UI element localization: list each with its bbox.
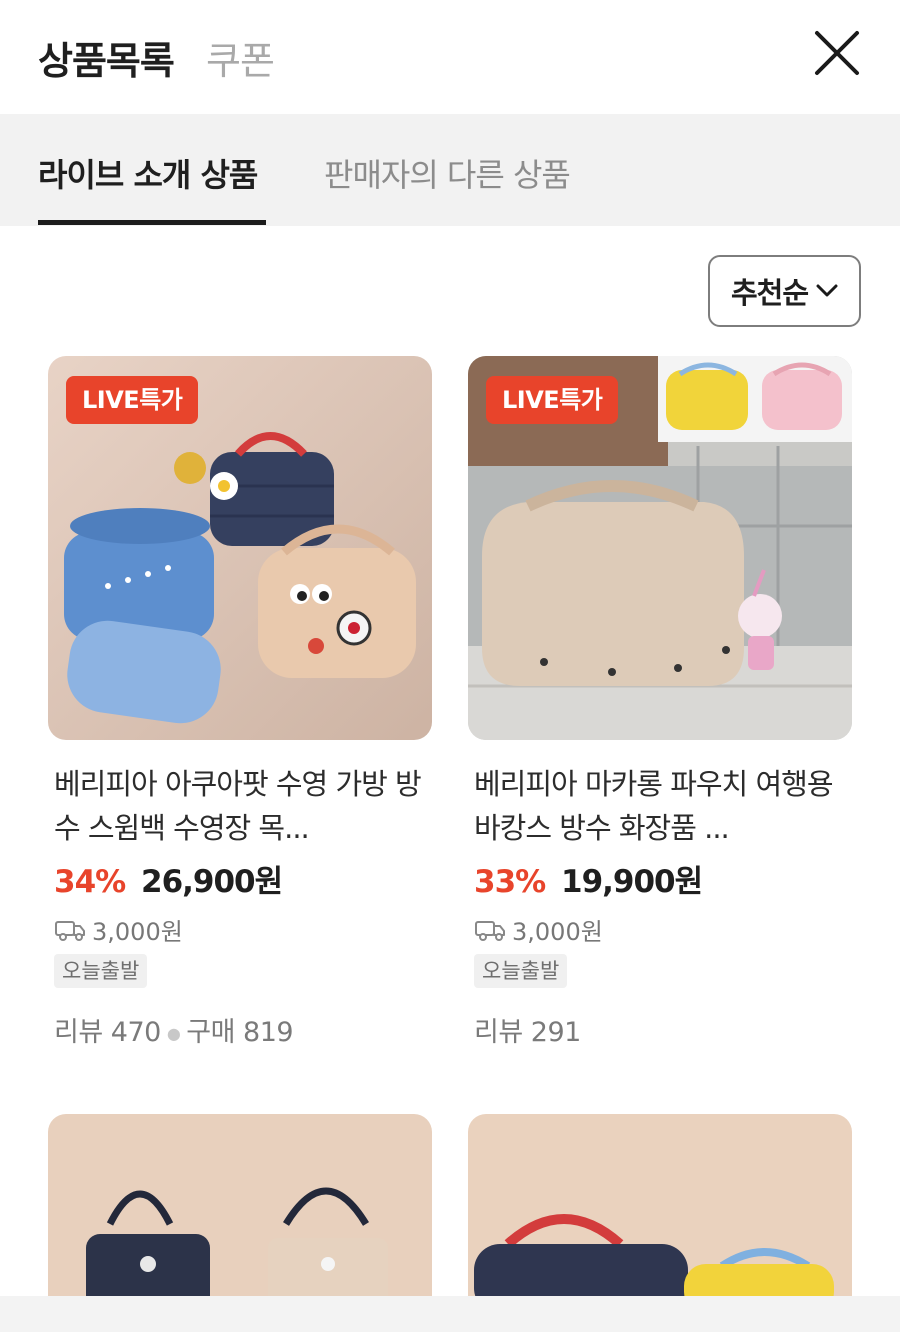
header: 상품목록 쿠폰	[0, 0, 900, 114]
shipping-fee: 3,000원	[474, 912, 603, 947]
today-dispatch-badge: 오늘출발	[474, 954, 568, 988]
product-title[interactable]: 베리피아 마카롱 파우치 여행용 바캉스 방수 화장품 ...	[474, 762, 844, 850]
product-image[interactable]: LIVE특가	[468, 356, 852, 740]
today-dispatch-badge: 오늘출발	[54, 954, 148, 988]
tab-seller-other-products[interactable]: 판매자의 다른 상품	[324, 150, 571, 196]
sort-label: 추천순	[730, 276, 809, 310]
purchase-count: 구매 819	[186, 1017, 294, 1048]
sale-price: 26,900원	[141, 864, 283, 900]
live-special-badge: LIVE특가	[486, 376, 619, 424]
product-image[interactable]	[48, 1114, 432, 1314]
review-count: 리뷰 291	[474, 1017, 581, 1048]
product-stats: 리뷰 470 ● 구매 819	[54, 1010, 294, 1049]
price-row: 33% 19,900원	[474, 856, 703, 901]
review-count: 리뷰 470	[54, 1017, 161, 1048]
separator-dot: ●	[166, 1024, 181, 1043]
product-image[interactable]	[468, 1114, 852, 1314]
shipping-fee-value: 3,000원	[92, 918, 183, 946]
shipping-fee: 3,000원	[54, 912, 183, 947]
sort-dropdown[interactable]: 추천순	[708, 255, 861, 327]
tab-live-products[interactable]: 라이브 소개 상품	[38, 150, 258, 196]
tab-product-list[interactable]: 상품목록	[38, 30, 175, 85]
delivery-truck-icon	[475, 920, 505, 941]
tab-coupon[interactable]: 쿠폰	[206, 30, 275, 85]
bottom-bar	[0, 1296, 900, 1332]
chevron-down-icon	[816, 284, 838, 297]
product-stats: 리뷰 291	[474, 1010, 581, 1049]
product-title[interactable]: 베리피아 아쿠아팟 수영 가방 방수 스윔백 수영장 목...	[54, 762, 424, 850]
active-tab-indicator	[38, 220, 266, 225]
sub-tab-bar: 라이브 소개 상품 판매자의 다른 상품	[0, 114, 900, 226]
product-image[interactable]: LIVE특가	[48, 356, 432, 740]
discount-rate: 34%	[54, 864, 126, 900]
discount-rate: 33%	[474, 864, 546, 900]
close-button[interactable]	[812, 28, 862, 78]
shipping-fee-value: 3,000원	[512, 918, 603, 946]
close-icon	[815, 31, 859, 75]
delivery-truck-icon	[55, 920, 85, 941]
live-special-badge: LIVE특가	[66, 376, 199, 424]
sale-price: 19,900원	[561, 864, 703, 900]
price-row: 34% 26,900원	[54, 856, 283, 901]
